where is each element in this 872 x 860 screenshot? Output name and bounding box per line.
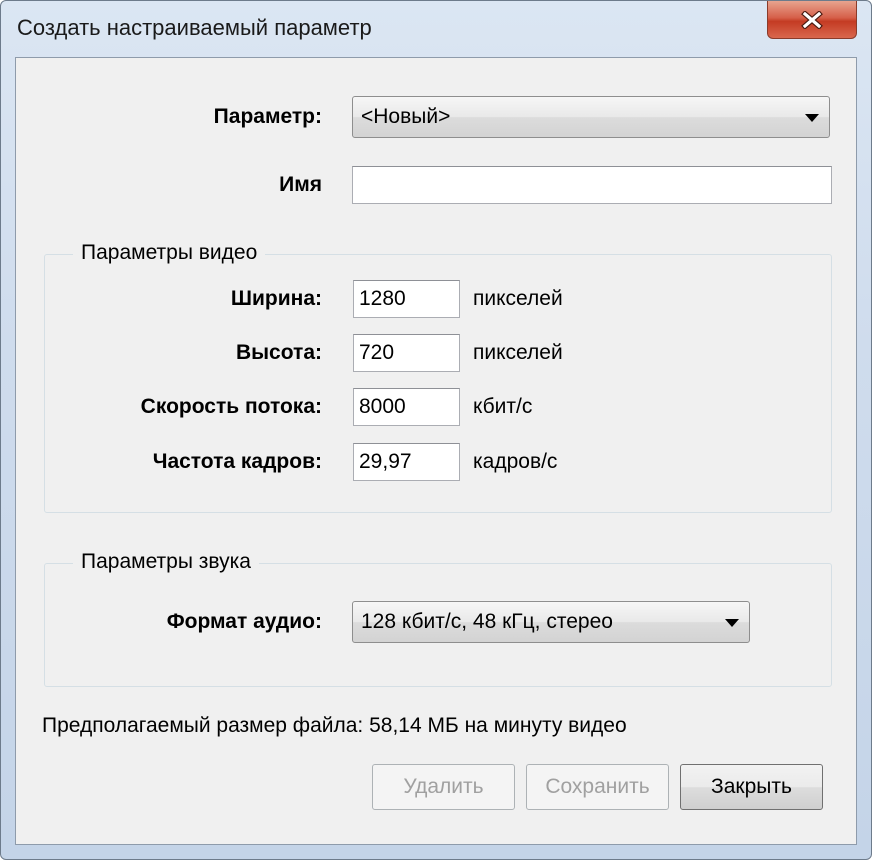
preset-dropdown[interactable]: <Новый> xyxy=(352,96,830,138)
width-input[interactable] xyxy=(353,280,460,318)
framerate-input[interactable] xyxy=(353,443,460,481)
width-label: Ширина: xyxy=(230,287,322,310)
bitrate-input[interactable] xyxy=(353,388,460,426)
name-label: Имя xyxy=(279,173,322,196)
window-title: Создать настраиваемый параметр xyxy=(17,15,372,40)
dialog-content: Параметр: <Новый> Имя Параметры видео Ши… xyxy=(15,57,857,845)
preset-selected-value: <Новый> xyxy=(361,105,451,128)
height-unit: пикселей xyxy=(473,341,563,364)
dialog-window: Создать настраиваемый параметр Параметр:… xyxy=(0,0,872,860)
height-input[interactable] xyxy=(353,334,460,372)
close-button[interactable]: Закрыть xyxy=(680,764,823,810)
file-size-estimate: Предполагаемый размер файла: 58,14 МБ на… xyxy=(42,714,627,737)
width-unit: пикселей xyxy=(473,287,563,310)
bitrate-label: Скорость потока: xyxy=(140,395,322,418)
window-close-button[interactable] xyxy=(767,1,857,39)
dropdown-arrow-icon xyxy=(725,619,739,627)
framerate-label: Частота кадров: xyxy=(152,450,322,473)
video-settings-legend: Параметры видео xyxy=(73,241,266,265)
height-label: Высота: xyxy=(235,341,322,364)
preset-label: Параметр: xyxy=(213,105,322,128)
close-x-icon xyxy=(801,10,823,29)
audio-format-dropdown[interactable]: 128 кбит/с, 48 кГц, стерео xyxy=(352,601,750,643)
audio-settings-legend: Параметры звука xyxy=(73,550,259,574)
save-button[interactable]: Сохранить xyxy=(526,764,669,810)
dropdown-arrow-icon xyxy=(805,114,819,122)
bitrate-unit: кбит/с xyxy=(473,395,533,418)
framerate-unit: кадров/с xyxy=(473,450,558,473)
audio-format-selected-value: 128 кбит/с, 48 кГц, стерео xyxy=(361,610,613,633)
name-input[interactable] xyxy=(352,166,832,204)
audio-format-label: Формат аудио: xyxy=(166,610,322,633)
delete-button[interactable]: Удалить xyxy=(372,764,515,810)
